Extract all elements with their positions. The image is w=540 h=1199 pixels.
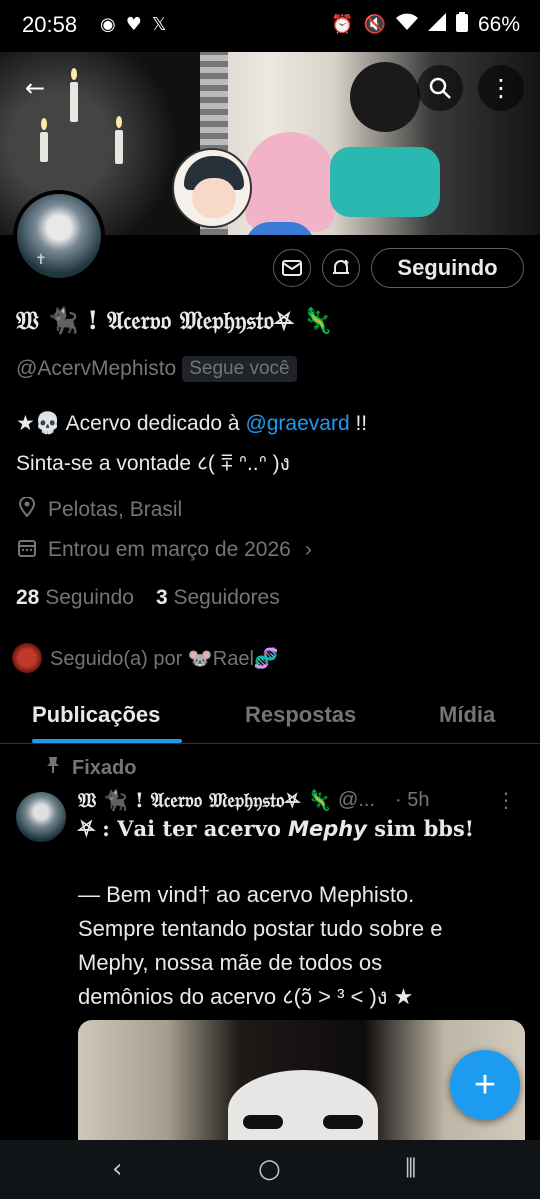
post-author-name[interactable]: 𝔚 🐈‍⬛ ! 𝔄𝔠𝔢𝔯𝔳𝔬 𝔐𝔢𝔭𝔥𝔶𝔰𝔱𝔬⛧ 🦎 (78, 788, 332, 812)
profile-bio: ★💀 Acervo dedicado à @graevard !! Sinta-… (16, 404, 526, 484)
bio-text-suffix: !! (349, 412, 368, 435)
app-icon: ◉ (100, 14, 116, 35)
notify-button[interactable] (322, 249, 360, 287)
location-pin-icon (16, 496, 38, 522)
envelope-icon (282, 260, 302, 276)
post-header: 𝔚 🐈‍⬛ ! 𝔄𝔠𝔢𝔯𝔳𝔬 𝔐𝔢𝔭𝔥𝔶𝔰𝔱𝔬⛧ 🦎 @... · 5h ⋮ (78, 788, 528, 812)
follower-avatar (12, 643, 42, 673)
following-count: 28 (16, 586, 40, 609)
tab-media[interactable]: Mídia (439, 702, 495, 728)
banner-plush-pink (245, 132, 335, 232)
post-body-line: demônios do acervo ८(ɔ̃ ˃ ³ ˂ )ง ★ (78, 984, 414, 1009)
heart-icon: ♥ (125, 14, 142, 35)
signal-icon (427, 13, 446, 36)
media-eye-shape (323, 1115, 363, 1129)
mute-icon: 🔇 (363, 14, 386, 35)
search-icon (429, 77, 451, 99)
following-stat[interactable]: 28 Seguindo (16, 586, 134, 610)
nav-back-button[interactable]: ‹ (112, 1154, 122, 1184)
status-bar: 20:58 ◉ ♥ 𝕏 ⏰ 🔇 66% (0, 0, 540, 52)
battery-icon (455, 12, 468, 37)
banner-figure-teal (330, 147, 440, 217)
bio-text: ★💀 Acervo dedicado à (16, 412, 246, 435)
post-timestamp[interactable]: · 5h (395, 789, 429, 812)
tab-replies[interactable]: Respostas (245, 702, 356, 728)
followed-by-text: Seguido(a) por 🐭Rael🧬 (50, 647, 279, 670)
post-body-line: Sempre tentando postar tudo sobre e (78, 916, 443, 941)
back-button[interactable]: ← (12, 65, 58, 111)
system-icons: ⏰ 🔇 66% (331, 12, 520, 37)
pinned-label: Fixado (72, 756, 137, 779)
followers-label: Seguidores (173, 586, 280, 609)
flame-shape (41, 118, 47, 130)
flame-shape (71, 68, 77, 80)
more-options-button[interactable]: ⋮ (478, 65, 524, 111)
candle-shape (115, 130, 123, 164)
profile-handle: @AcervMephisto (16, 357, 177, 380)
compose-post-button[interactable]: + (450, 1050, 520, 1120)
followed-by-row[interactable]: Seguido(a) por 🐭Rael🧬 (12, 643, 279, 673)
x-icon: 𝕏 (151, 14, 167, 35)
pinned-label-row: Fixado (46, 756, 136, 780)
battery-percent: 66% (477, 12, 520, 36)
plus-icon: + (473, 1063, 497, 1106)
bio-line-2: Sinta-se a vontade ८( ⩱ ᐢ..ᐢ )ง (16, 452, 290, 475)
android-navigation-bar: ‹ ○ ⦀ (0, 1140, 540, 1199)
candle-shape (40, 132, 48, 162)
alarm-icon: ⏰ (331, 14, 354, 35)
post-title-line: ⛧ : 𝐕𝐚𝐢 𝐭𝐞𝐫 𝐚𝐜𝐞𝐫𝐯𝐨 𝙈𝙚𝙥𝙝𝙮 𝐬𝐢𝐦 𝐛𝐛𝐬! (78, 816, 474, 841)
calendar-icon (16, 539, 38, 562)
post-author-handle[interactable]: @... (338, 789, 375, 812)
cross-icon: ✝ (35, 252, 47, 268)
post-more-icon[interactable]: ⋮ (496, 788, 516, 812)
flame-shape (116, 116, 122, 128)
active-tab-indicator (32, 739, 182, 743)
follow-stats: 28 Seguindo 3 Seguidores (16, 586, 280, 610)
status-time: 20:58 (22, 12, 78, 37)
followers-stat[interactable]: 3 Seguidores (156, 586, 280, 610)
notification-icons: ◉ ♥ 𝕏 (100, 14, 166, 35)
post-author-avatar[interactable] (16, 792, 66, 842)
bio-mention-link[interactable]: @graevard (245, 412, 349, 435)
bell-plus-icon (333, 260, 349, 274)
following-button[interactable]: Seguindo (371, 248, 524, 288)
post-body-line: — Bem vind† ao acervo Mephisto. (78, 882, 415, 907)
chevron-right-icon: › (304, 538, 312, 561)
profile-tabs: Publicações Respostas Mídia (0, 690, 540, 744)
media-eye-shape (243, 1115, 283, 1129)
joined-text: Entrou em março de 2026 (48, 538, 291, 561)
message-button[interactable] (273, 249, 311, 287)
display-name: 𝔚 🐈‍⬛ ! 𝔄𝔠𝔢𝔯𝔳𝔬 𝔐𝔢𝔭𝔥𝔶𝔰𝔱𝔬⛧ 🦎 (16, 306, 334, 335)
followers-count: 3 (155, 586, 168, 609)
wifi-icon (395, 13, 418, 36)
media-face-shape (228, 1070, 378, 1140)
handle-row: @AcervMephisto Segue você (16, 356, 297, 382)
location-row: Pelotas, Brasil (16, 496, 183, 522)
nav-home-button[interactable]: ○ (258, 1154, 281, 1184)
post-body: — Bem vind† ao acervo Mephisto. Sempre t… (78, 878, 528, 1014)
search-button[interactable] (417, 65, 463, 111)
post-body-line: Mephy, nossa mãe de todos os (78, 950, 383, 975)
banner-chibi-sticker (172, 148, 252, 228)
more-vertical-icon: ⋮ (489, 74, 513, 102)
pin-icon (46, 756, 60, 780)
banner-figure-hair (350, 62, 420, 132)
follows-you-badge: Segue você (182, 356, 297, 382)
back-arrow-icon: ← (24, 74, 46, 102)
candle-shape (70, 82, 78, 122)
following-label: Seguindo (45, 586, 134, 609)
nav-recents-button[interactable]: ⦀ (405, 1154, 416, 1185)
tab-posts[interactable]: Publicações (32, 702, 160, 728)
joined-row[interactable]: Entrou em março de 2026 › (16, 538, 312, 562)
profile-avatar[interactable]: ✝ (13, 190, 105, 282)
location-text: Pelotas, Brasil (48, 497, 183, 521)
